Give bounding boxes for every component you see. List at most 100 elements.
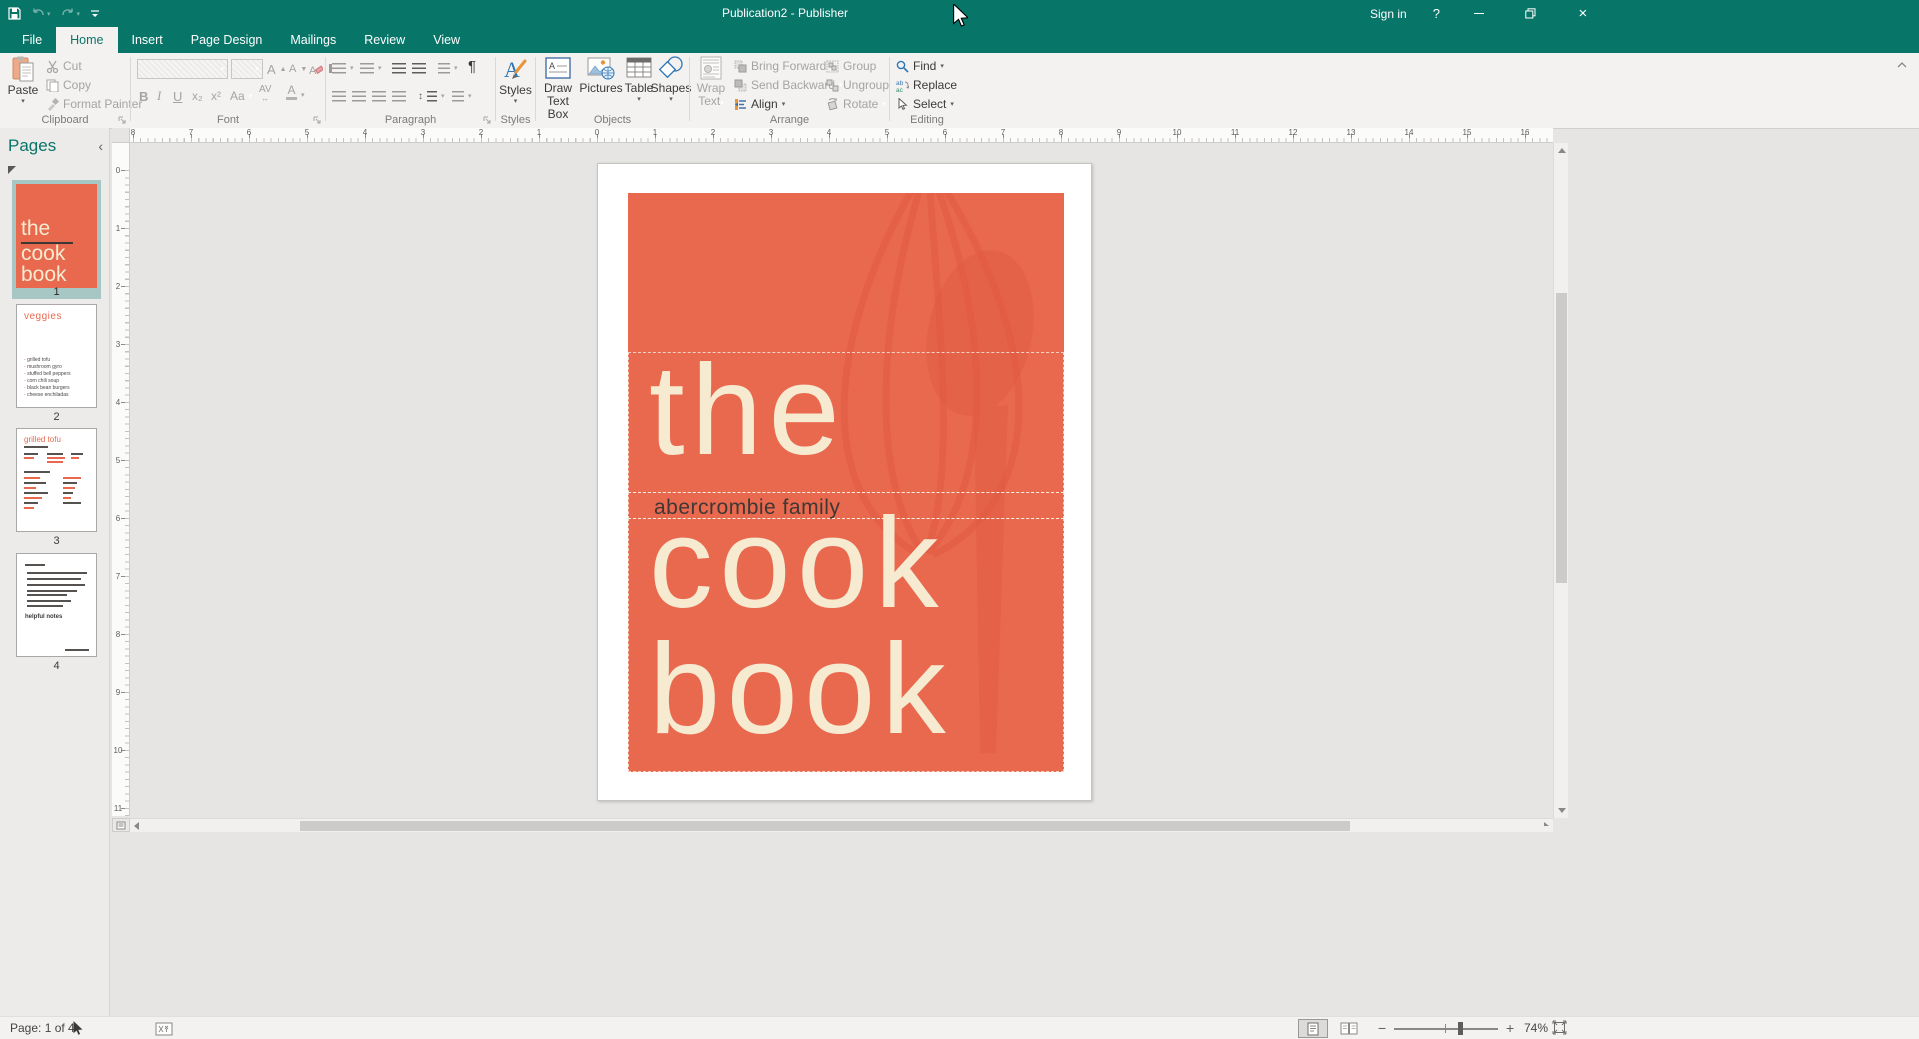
page-thumbnail-3[interactable]: grilled tofu 3 (16, 428, 97, 547)
paste-dropdown-arrow[interactable]: ▾ (21, 97, 25, 105)
align-button[interactable]: Align▾ (734, 95, 785, 113)
justify-button[interactable] (392, 87, 406, 105)
tab-page-design[interactable]: Page Design (177, 27, 277, 53)
tab-view[interactable]: View (419, 27, 474, 53)
tab-review[interactable]: Review (350, 27, 419, 53)
customize-quick-access-button[interactable] (90, 9, 100, 19)
help-button[interactable]: ? (1433, 6, 1440, 21)
page-2-thumb[interactable]: veggies - grilled tofu- mushroom gyro- s… (16, 304, 97, 408)
bring-forward-button[interactable]: Bring Forward▾ (734, 57, 834, 75)
bold-button[interactable]: B (139, 87, 148, 105)
show-paragraph-marks-button[interactable]: ¶ (468, 57, 476, 75)
zoom-out-button[interactable]: − (1378, 1020, 1386, 1036)
zoom-percentage[interactable]: 74% (1524, 1021, 1548, 1035)
bullets-button[interactable]: ▾ (332, 59, 354, 77)
status-page-indicator[interactable]: Page: 1 of 4 (10, 1021, 75, 1035)
find-button[interactable]: Find▾ (896, 57, 944, 75)
single-page-view-button[interactable] (1298, 1019, 1328, 1038)
tab-mailings[interactable]: Mailings (276, 27, 350, 53)
page-4-thumb[interactable]: helpful notes (16, 553, 97, 657)
save-button[interactable] (8, 7, 21, 20)
redo-dropdown-arrow[interactable]: ▾ (77, 10, 81, 18)
cover-textbox-the[interactable]: the (628, 352, 1064, 493)
pages-panel-collapse-button[interactable]: ‹ (98, 138, 103, 154)
vertical-scroll-thumb[interactable] (1556, 293, 1567, 583)
undo-dropdown-arrow[interactable]: ▾ (47, 10, 51, 18)
scroll-up-arrow[interactable] (1558, 148, 1566, 153)
page-thumbnail-1-selected[interactable]: the cook book 1 (12, 180, 101, 299)
subscript-button[interactable]: x₂ (192, 87, 203, 105)
font-color-dropdown-arrow[interactable]: ▾ (301, 91, 305, 99)
shrink-font-button[interactable]: A▼ (289, 60, 307, 78)
line-spacing-button[interactable]: ↕▾ (418, 87, 445, 105)
columns-button[interactable]: ▾ (438, 59, 458, 77)
styles-button[interactable]: A Styles ▾ (498, 56, 533, 105)
decrease-indent-button[interactable] (392, 59, 406, 77)
superscript-button[interactable]: x² (211, 87, 221, 105)
cover-textbox-cookbook[interactable]: cookbook (628, 518, 1064, 772)
page-3-thumb[interactable]: grilled tofu (16, 428, 97, 532)
numbering-button[interactable]: ▾ (360, 59, 382, 77)
cut-button[interactable]: Cut (46, 57, 82, 75)
zoom-slider-thumb[interactable] (1458, 1022, 1463, 1035)
pages-section-triangle-icon[interactable] (8, 166, 16, 174)
align-center-button[interactable] (352, 87, 366, 105)
horizontal-scroll-thumb[interactable] (300, 821, 1350, 831)
zoom-in-button[interactable]: + (1506, 1020, 1514, 1036)
publication-page[interactable]: the abercrombie family cookbook (597, 163, 1092, 801)
align-right-button[interactable] (372, 87, 386, 105)
group-button[interactable]: Group (826, 57, 876, 75)
horizontal-scrollbar[interactable] (130, 818, 1553, 832)
minimize-button[interactable] (1466, 0, 1492, 27)
document-canvas[interactable]: the abercrombie family cookbook (130, 143, 1919, 818)
align-left-button[interactable] (332, 87, 346, 105)
increase-indent-button[interactable] (412, 59, 426, 77)
font-name-combo[interactable]: ▾ (137, 59, 228, 79)
replace-button[interactable]: abac Replace (896, 76, 957, 94)
page-1-thumb[interactable]: the cook book (16, 184, 97, 288)
vertical-scrollbar[interactable] (1553, 143, 1568, 818)
underline-button[interactable]: U (173, 87, 182, 105)
scroll-right-arrow[interactable] (1544, 822, 1549, 826)
draw-text-box-button[interactable]: A DrawText Box (538, 56, 578, 121)
redo-button[interactable]: ▾ (61, 8, 81, 20)
page-navigation-button[interactable] (112, 818, 130, 832)
tab-insert[interactable]: Insert (118, 27, 177, 53)
vertical-ruler[interactable]: 01234567891011 (112, 143, 130, 816)
font-size-dropdown-arrow[interactable]: ▾ (255, 65, 259, 73)
sign-in-link[interactable]: Sign in (1370, 7, 1407, 21)
rotate-button[interactable]: Rotate▾ (826, 95, 886, 113)
horizontal-ruler[interactable]: 87654321012345678910111213141516 (130, 128, 1553, 143)
fit-page-button[interactable] (1552, 1020, 1567, 1035)
ungroup-button[interactable]: Ungroup (826, 76, 889, 94)
font-name-dropdown-arrow[interactable]: ▾ (220, 65, 224, 73)
character-spacing-button[interactable]: AV↔ (259, 85, 272, 103)
scroll-left-arrow[interactable] (134, 822, 139, 830)
tab-home[interactable]: Home (56, 27, 117, 53)
font-color-button[interactable]: A (286, 85, 297, 100)
select-button[interactable]: Select▾ (896, 95, 954, 113)
undo-button[interactable]: ▾ (31, 8, 51, 20)
restore-button[interactable] (1518, 0, 1544, 27)
grow-font-button[interactable]: A▲ (267, 60, 287, 78)
scroll-down-arrow[interactable] (1558, 808, 1566, 813)
tab-file[interactable]: File (8, 27, 56, 53)
cover-background[interactable]: the abercrombie family cookbook (628, 193, 1064, 772)
clear-formatting-button[interactable]: A (309, 60, 323, 78)
pictures-button[interactable]: Pictures (580, 56, 622, 95)
shapes-button[interactable]: Shapes ▾ (654, 56, 688, 103)
close-button[interactable]: × (1570, 0, 1596, 27)
italic-button[interactable]: I (157, 87, 161, 105)
font-size-combo[interactable]: ▾ (231, 59, 263, 79)
change-case-button[interactable]: Aa▾ (230, 87, 252, 105)
borders-button[interactable]: ▾ (452, 87, 472, 105)
page-thumbnail-2[interactable]: veggies - grilled tofu- mushroom gyro- s… (16, 304, 97, 423)
collapse-ribbon-icon[interactable] (1897, 61, 1907, 68)
wrap-text-button[interactable]: WrapText▾ (694, 56, 728, 110)
table-button[interactable]: Table ▾ (624, 56, 654, 103)
two-page-spread-view-button[interactable] (1334, 1019, 1364, 1038)
paste-button[interactable]: Paste ▾ (6, 56, 40, 105)
page-thumbnail-4[interactable]: helpful notes 4 (16, 553, 97, 672)
copy-button[interactable]: Copy (46, 76, 91, 94)
format-painter-button[interactable]: Format Painter (46, 95, 142, 113)
